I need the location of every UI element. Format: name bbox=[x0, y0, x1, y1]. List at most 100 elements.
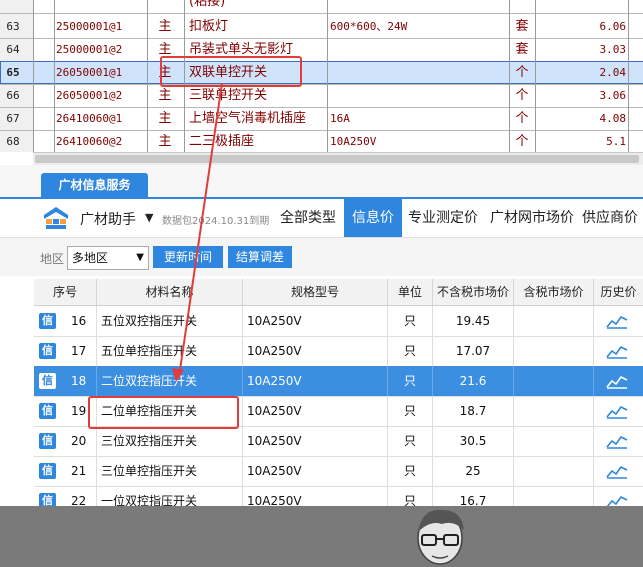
update-time-button[interactable]: 更新时间 bbox=[153, 246, 223, 268]
cell-unit: 只 bbox=[388, 396, 433, 426]
quota-cell-type: 主 bbox=[158, 111, 172, 126]
quota-cell-spec bbox=[330, 0, 510, 13]
cell-history[interactable] bbox=[594, 456, 643, 486]
quota-cell-name: 扣板灯 bbox=[189, 19, 229, 34]
table-row[interactable]: 信 16 五位双控指压开关 10A250V 只 19.45 bbox=[34, 306, 643, 337]
cell-no: 信 21 bbox=[34, 456, 97, 486]
tab-info-price[interactable]: 信息价 bbox=[344, 199, 402, 237]
quota-cell-price: 6.06 bbox=[599, 20, 627, 33]
cell-history[interactable] bbox=[594, 486, 643, 506]
quota-cell-code bbox=[56, 0, 148, 13]
col-header-history[interactable]: 历史价 bbox=[594, 279, 643, 305]
cell-history[interactable] bbox=[594, 306, 643, 336]
quota-grid: (粘接) 63 25000001@1 主 扣板灯 600*600、24W 套 6.06 64 25… bbox=[0, 0, 643, 152]
trend-chart-icon[interactable] bbox=[606, 313, 628, 329]
quota-row[interactable]: (粘接) bbox=[0, 0, 643, 13]
table-row[interactable]: 信 17 五位单控指压开关 10A250V 只 17.07 bbox=[34, 336, 643, 367]
info-tag-icon: 信 bbox=[39, 373, 56, 389]
price-table-header: 序号 材料名称 规格型号 单位 不含税市场价 含税市场价 历史价 bbox=[34, 279, 643, 306]
cell-unit: 只 bbox=[388, 426, 433, 456]
chevron-down-icon: ▼ bbox=[136, 252, 144, 263]
cell-spec: 10A250V bbox=[243, 306, 388, 336]
cell-no: 信 22 bbox=[34, 486, 97, 506]
table-row[interactable]: 信 21 三位单控指压开关 10A250V 只 25 bbox=[34, 456, 643, 487]
info-tag-icon: 信 bbox=[39, 493, 56, 506]
quota-cell-unit bbox=[512, 0, 532, 13]
table-row[interactable]: 信 18 二位双控指压开关 10A250V 只 21.6 bbox=[34, 366, 643, 397]
price-table: 序号 材料名称 规格型号 单位 不含税市场价 含税市场价 历史价 信 16 五位双控… bbox=[34, 279, 643, 506]
col-header-tax-price[interactable]: 含税市场价 bbox=[514, 279, 594, 305]
trend-chart-icon[interactable] bbox=[606, 463, 628, 479]
cell-material-name: 二位双控指压开关 bbox=[97, 366, 243, 396]
quota-row[interactable]: 66 26050001@2 主 三联单控开关 个 3.06 bbox=[0, 84, 643, 107]
cell-material-name: 五位双控指压开关 bbox=[97, 306, 243, 336]
cell-unit: 只 bbox=[388, 456, 433, 486]
table-row[interactable]: 信 20 三位双控指压开关 10A250V 只 30.5 bbox=[34, 426, 643, 457]
cell-no: 信 18 bbox=[34, 366, 97, 396]
quota-row[interactable]: 65 26050001@1 主双联单控开关个 2.04 bbox=[0, 61, 643, 84]
quota-cell-spec: 600*600、24W bbox=[330, 20, 408, 33]
cell-spec: 10A250V bbox=[243, 366, 388, 396]
quota-row[interactable]: 68 26410060@2 主 二三极插座 10A250V 个 5.1 bbox=[0, 130, 643, 152]
col-header-unit[interactable]: 单位 bbox=[388, 279, 433, 305]
cell-history[interactable] bbox=[594, 366, 643, 396]
settle-adjust-button[interactable]: 结算调差 bbox=[228, 246, 292, 268]
trend-chart-icon[interactable] bbox=[606, 343, 628, 359]
trend-chart-icon[interactable] bbox=[606, 493, 628, 506]
quota-cell-code: 26410060@2 bbox=[56, 135, 123, 148]
col-header-name[interactable]: 材料名称 bbox=[97, 279, 243, 305]
region-select[interactable]: 多地区 ▼ bbox=[67, 246, 149, 270]
cell-tax-price bbox=[514, 456, 594, 486]
cell-spec: 10A250V bbox=[243, 336, 388, 366]
guangcai-logo-icon bbox=[44, 207, 68, 229]
quota-row[interactable]: 63 25000001@1 主 扣板灯 600*600、24W 套 6.06 bbox=[0, 15, 643, 38]
col-header-price[interactable]: 不含税市场价 bbox=[433, 279, 514, 305]
brand-dropdown-icon[interactable]: ▼ bbox=[145, 211, 153, 224]
cell-no: 信 17 bbox=[34, 336, 97, 366]
quota-cell-unit: 个 bbox=[515, 88, 529, 103]
cell-history[interactable] bbox=[594, 336, 643, 366]
quota-cell-unit: 个 bbox=[515, 111, 529, 126]
table-row[interactable]: 信 22 一位双控指压开关 10A250V 只 16.7 bbox=[34, 486, 643, 506]
quota-cell-unit: 套 bbox=[515, 42, 529, 57]
cell-spec: 10A250V bbox=[243, 396, 388, 426]
horizontal-scrollbar[interactable] bbox=[33, 152, 643, 166]
trend-chart-icon[interactable] bbox=[606, 373, 628, 389]
quota-cell-name: (粘接) bbox=[189, 0, 226, 9]
cell-history[interactable] bbox=[594, 426, 643, 456]
col-header-no[interactable]: 序号 bbox=[34, 279, 97, 305]
tab-supplier-price[interactable]: 供应商价 bbox=[582, 199, 643, 237]
brand-name[interactable]: 广材助手 bbox=[80, 209, 136, 229]
quota-row[interactable]: 67 26410060@1 主 上墙空气消毒机插座 16A 个 4.08 bbox=[0, 107, 643, 130]
cell-material-name: 一位双控指压开关 bbox=[97, 486, 243, 506]
quota-cell-code: 26050001@2 bbox=[56, 89, 123, 102]
cell-unit: 只 bbox=[388, 306, 433, 336]
row-number: 22 bbox=[71, 494, 87, 506]
tab-material-info-service[interactable]: 广材信息服务 bbox=[41, 173, 148, 197]
cell-spec: 10A250V bbox=[243, 486, 388, 506]
quota-cell-code: 25000001@1 bbox=[56, 20, 123, 33]
quota-cell-code: 25000001@2 bbox=[56, 43, 123, 56]
quota-cell-price bbox=[560, 0, 626, 13]
annotation-box-quota-item bbox=[160, 56, 302, 87]
cell-history[interactable] bbox=[594, 396, 643, 426]
quota-cell-price: 3.03 bbox=[599, 43, 627, 56]
trend-chart-icon[interactable] bbox=[606, 403, 628, 419]
tab-all-types[interactable]: 全部类型 bbox=[276, 199, 340, 237]
quota-cell-no: 63 bbox=[6, 20, 20, 33]
info-tag-icon: 信 bbox=[39, 313, 56, 329]
tab-professional-price[interactable]: 专业测定价 bbox=[404, 199, 482, 237]
tab-market-price[interactable]: 广材网市场价 bbox=[486, 199, 578, 237]
col-header-spec[interactable]: 规格型号 bbox=[243, 279, 388, 305]
cell-tax-price bbox=[514, 426, 594, 456]
quota-cell-type bbox=[150, 0, 180, 13]
cell-unit: 只 bbox=[388, 336, 433, 366]
info-tag-icon: 信 bbox=[39, 403, 56, 419]
quota-cell-unit: 个 bbox=[515, 134, 529, 149]
cell-price: 25 bbox=[433, 456, 514, 486]
annotation-box-material bbox=[88, 396, 239, 429]
quota-row[interactable]: 64 25000001@2 主吊装式单头无影灯套 3.03 bbox=[0, 38, 643, 61]
cell-tax-price bbox=[514, 396, 594, 426]
cell-tax-price bbox=[514, 306, 594, 336]
trend-chart-icon[interactable] bbox=[606, 433, 628, 449]
